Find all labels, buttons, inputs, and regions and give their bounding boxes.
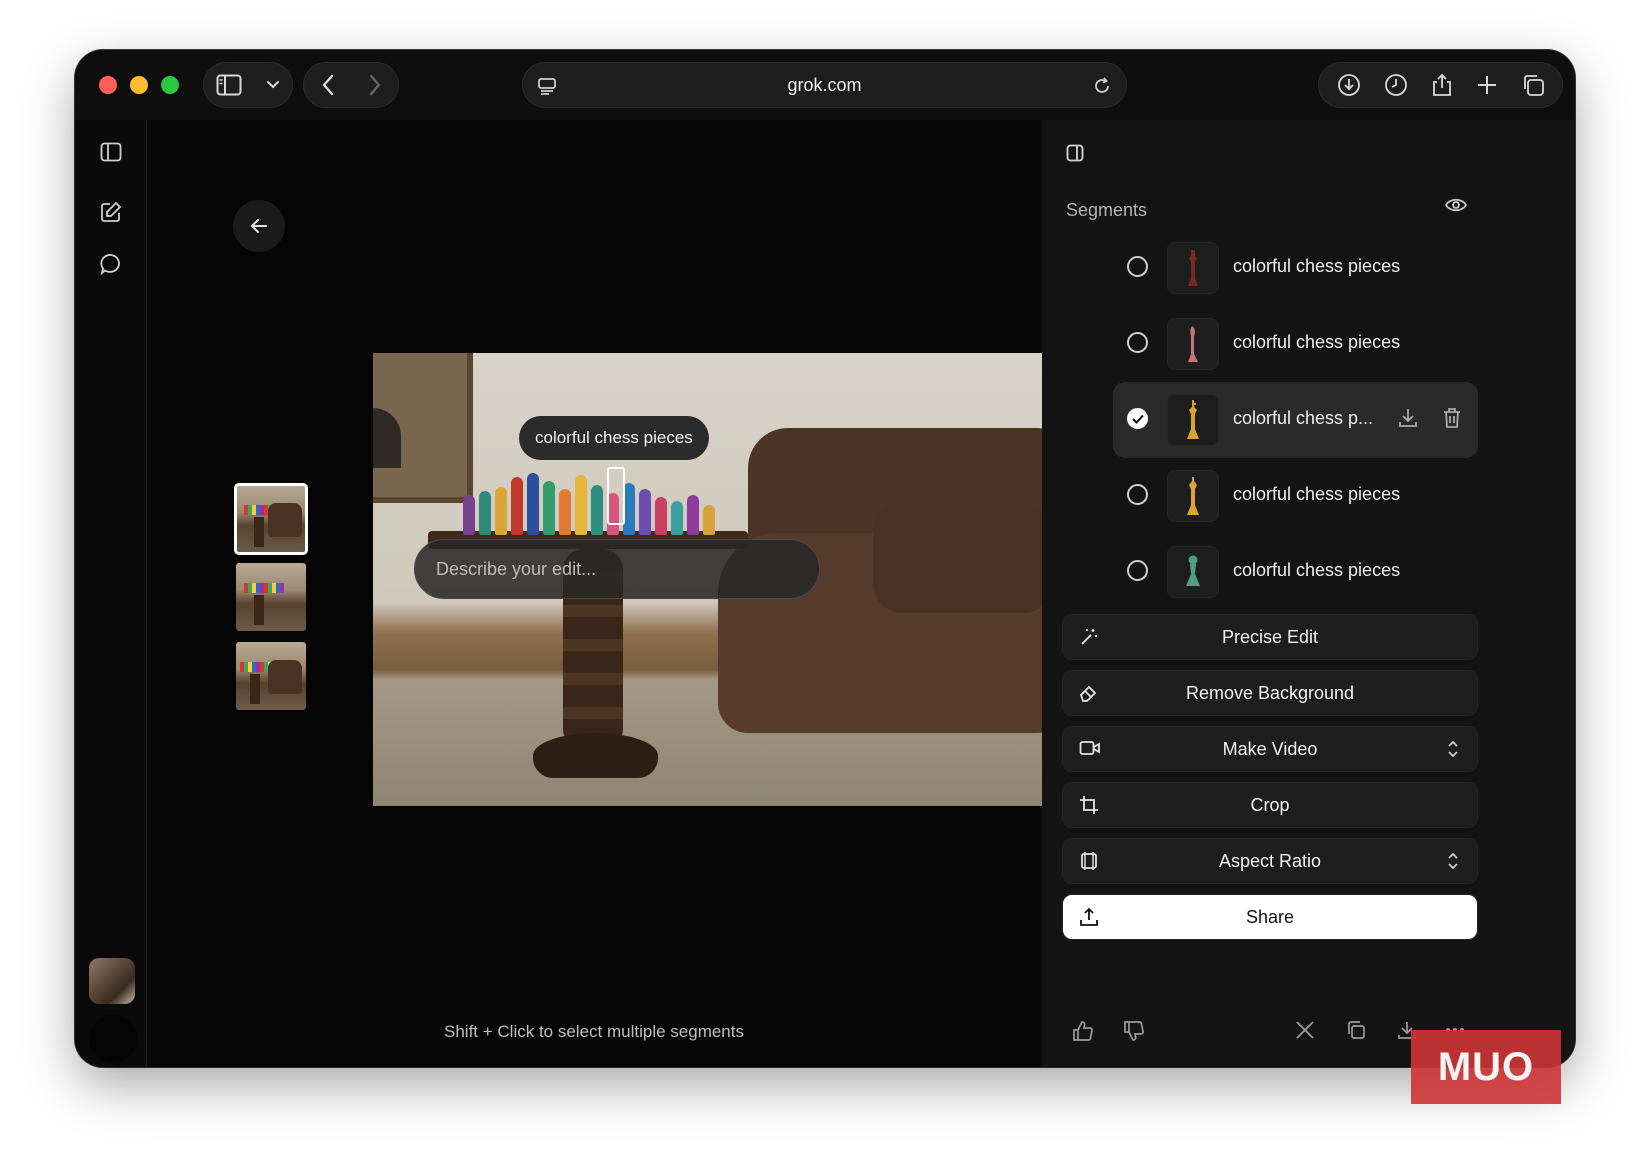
download-icon[interactable] xyxy=(1337,73,1361,97)
back-button[interactable] xyxy=(233,200,285,252)
chat-bubble-icon[interactable] xyxy=(97,250,125,278)
segment-radio[interactable] xyxy=(1127,256,1148,277)
crop-button[interactable]: Crop xyxy=(1062,782,1478,828)
thumbs-down-icon[interactable] xyxy=(1123,1020,1145,1047)
new-chat-edit-icon[interactable] xyxy=(97,198,125,226)
segment-label: colorful chess pieces xyxy=(1233,484,1401,504)
reload-icon[interactable] xyxy=(1092,76,1112,96)
segment-radio[interactable] xyxy=(1127,332,1148,353)
wall-art xyxy=(373,353,473,503)
chevron-down-icon[interactable] xyxy=(266,80,280,90)
eraser-icon xyxy=(1079,683,1099,708)
url-text: grok.com xyxy=(787,74,862,95)
browser-window: grok.com colorful chess pieces Describe … xyxy=(75,50,1575,1067)
share-icon[interactable] xyxy=(1431,73,1453,97)
tab-overview-icon[interactable] xyxy=(1521,73,1545,97)
segment-row[interactable]: colorful chess pieces xyxy=(1113,534,1478,610)
segment-row[interactable]: colorful chess pieces xyxy=(1113,458,1478,534)
page-settings-icon[interactable] xyxy=(537,76,557,96)
minimize-window-button[interactable] xyxy=(130,76,148,94)
sidebar-toggle-group xyxy=(203,62,293,108)
segments-panel: Segments colorful chess pieces colorful … xyxy=(1042,120,1575,1067)
chevron-up-down-icon xyxy=(1447,851,1459,876)
make-video-button[interactable]: Make Video xyxy=(1062,726,1478,772)
back-arrow-icon[interactable] xyxy=(321,74,335,96)
thumbnail-3[interactable] xyxy=(236,642,306,710)
crop-label: Crop xyxy=(1250,794,1290,815)
segment-thumbnail xyxy=(1167,394,1219,446)
upload-icon xyxy=(1079,907,1099,932)
multi-select-hint: Shift + Click to select multiple segment… xyxy=(444,1022,744,1041)
make-video-label: Make Video xyxy=(1222,738,1318,759)
panel-toggle-icon[interactable] xyxy=(1066,144,1084,167)
magic-wand-icon xyxy=(1079,627,1099,652)
segment-label: colorful chess pieces xyxy=(1233,256,1401,276)
segments-title: Segments xyxy=(1066,200,1148,220)
remove-background-label: Remove Background xyxy=(1185,682,1355,703)
thumbnail-1[interactable] xyxy=(234,483,308,555)
aspect-ratio-label: Aspect Ratio xyxy=(1218,850,1322,871)
segment-thumbnail xyxy=(1167,546,1219,598)
segment-radio[interactable] xyxy=(1127,560,1148,581)
thumbnail-2[interactable] xyxy=(236,563,306,631)
close-window-button[interactable] xyxy=(99,76,117,94)
image-canvas-area: colorful chess pieces Shift + Click to s… xyxy=(148,120,1053,1067)
watermark-logo: MUO xyxy=(1411,1030,1561,1104)
toolbar-actions xyxy=(1318,62,1563,108)
segment-thumbnail xyxy=(1167,318,1219,370)
remove-background-button[interactable]: Remove Background xyxy=(1062,670,1478,716)
precise-edit-label: Precise Edit xyxy=(1221,626,1319,647)
precise-edit-button[interactable]: Precise Edit xyxy=(1062,614,1478,660)
share-label: Share xyxy=(1245,906,1295,927)
video-camera-icon xyxy=(1079,739,1101,762)
segment-row[interactable]: colorful chess pieces xyxy=(1113,230,1478,306)
chevron-up-down-icon xyxy=(1447,739,1459,764)
segment-row[interactable]: colorful chess pieces xyxy=(1113,306,1478,382)
x-logo-icon[interactable] xyxy=(1295,1020,1315,1045)
segment-tooltip: colorful chess pieces xyxy=(519,416,709,460)
sidebar-toggle-icon[interactable] xyxy=(216,74,242,96)
segment-label: colorful chess p... xyxy=(1233,408,1374,428)
edited-photo[interactable]: colorful chess pieces xyxy=(373,353,1053,806)
title-bar: grok.com xyxy=(75,50,1575,120)
describe-edit-input[interactable] xyxy=(414,539,820,599)
chess-pieces[interactable] xyxy=(463,465,723,535)
segment-label: colorful chess pieces xyxy=(1233,560,1401,580)
history-clock-icon[interactable] xyxy=(1384,73,1408,97)
aspect-ratio-button[interactable]: Aspect Ratio xyxy=(1062,838,1478,884)
profile-avatar[interactable] xyxy=(89,1015,137,1063)
segment-label: colorful chess pieces xyxy=(1233,332,1401,352)
crop-icon xyxy=(1079,795,1099,820)
copy-icon[interactable] xyxy=(1346,1020,1366,1045)
history-nav-group xyxy=(303,62,399,108)
zoom-window-button[interactable] xyxy=(161,76,179,94)
segment-thumbnail xyxy=(1167,242,1219,294)
download-segment-icon[interactable] xyxy=(1397,407,1419,434)
new-tab-icon[interactable] xyxy=(1476,74,1498,96)
aspect-ratio-icon xyxy=(1079,851,1099,876)
segment-row-selected[interactable]: colorful chess p... xyxy=(1113,382,1478,458)
sidebar-toggle-icon[interactable] xyxy=(97,138,125,166)
segment-checkbox-checked[interactable] xyxy=(1127,408,1148,429)
segment-radio[interactable] xyxy=(1127,484,1148,505)
segment-thumbnail xyxy=(1167,470,1219,522)
thumbs-up-icon[interactable] xyxy=(1072,1020,1094,1047)
forward-arrow-icon[interactable] xyxy=(368,74,382,96)
address-bar[interactable]: grok.com xyxy=(522,62,1127,108)
share-button[interactable]: Share xyxy=(1062,894,1478,940)
segment-highlight-box xyxy=(607,467,625,525)
left-rail xyxy=(75,120,147,1067)
image-history-avatar[interactable] xyxy=(89,958,135,1004)
trash-icon[interactable] xyxy=(1442,407,1462,434)
eye-icon[interactable] xyxy=(1445,197,1467,218)
